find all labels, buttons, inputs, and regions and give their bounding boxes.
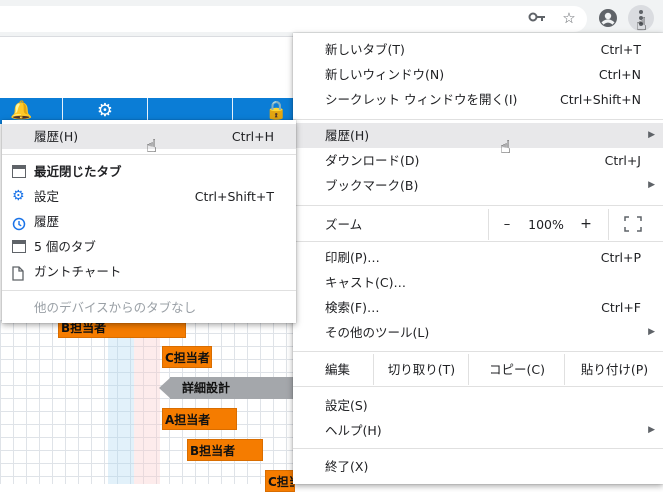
submenu-item-gantt-chart[interactable]: ガントチャート bbox=[2, 259, 296, 284]
menu-item-cast[interactable]: キャスト(C)… bbox=[293, 270, 663, 295]
menu-item-new-window[interactable]: 新しいウィンドウ(N) Ctrl+N bbox=[293, 62, 663, 87]
gantt-task-bar[interactable]: C担当者 bbox=[265, 470, 295, 492]
window-icon bbox=[12, 165, 26, 178]
menu-item-print[interactable]: 印刷(P)… Ctrl+P bbox=[293, 245, 663, 270]
zoom-out-button[interactable]: – bbox=[497, 209, 517, 240]
submenu-item-no-other-devices: 他のデバイスからのタブなし bbox=[34, 300, 197, 315]
menu-item-history[interactable]: 履歴(H) ▶ bbox=[293, 123, 663, 148]
menu-item-exit[interactable]: 終了(X) bbox=[293, 454, 663, 479]
submenu-item-recently-closed: 最近閉じたタブ bbox=[2, 159, 296, 184]
chevron-right-icon: ▶ bbox=[648, 180, 655, 190]
fullscreen-icon[interactable] bbox=[624, 216, 642, 232]
zoom-level: 100% bbox=[528, 217, 564, 232]
menu-item-settings[interactable]: 設定(S) bbox=[293, 393, 663, 418]
menu-item-help[interactable]: ヘルプ(H) ▶ bbox=[293, 418, 663, 443]
bell-icon[interactable]: 🔔 bbox=[10, 100, 32, 122]
history-submenu: 履歴(H) Ctrl+H ☝ 最近閉じたタブ ⚙ 設定 Ctrl+Shift+T… bbox=[2, 120, 296, 323]
submenu-item-settings[interactable]: ⚙ 設定 Ctrl+Shift+T bbox=[2, 184, 296, 209]
cut-button[interactable]: 切り取り(T) bbox=[373, 354, 469, 385]
document-icon bbox=[12, 264, 26, 281]
gear-icon[interactable]: ⚙ bbox=[94, 100, 116, 122]
hand-cursor-icon: ☝ bbox=[636, 14, 647, 35]
chevron-right-icon: ▶ bbox=[648, 327, 655, 337]
submenu-item-five-tabs[interactable]: 5 個のタブ bbox=[2, 234, 296, 259]
chevron-right-icon: ▶ bbox=[648, 425, 655, 435]
menu-item-find[interactable]: 検索(F)… Ctrl+F bbox=[293, 295, 663, 320]
paste-button[interactable]: 貼り付け(P) bbox=[564, 354, 663, 385]
gantt-task-bar[interactable]: B担当者 bbox=[187, 439, 263, 461]
menu-item-downloads[interactable]: ダウンロード(D) Ctrl+J bbox=[293, 148, 663, 173]
chevron-right-icon: ▶ bbox=[648, 130, 655, 140]
lock-icon[interactable]: 🔒 bbox=[265, 100, 287, 122]
gear-icon: ⚙ bbox=[12, 188, 25, 204]
gantt-task-bar[interactable]: C担当者 bbox=[162, 346, 212, 368]
window-icon bbox=[12, 240, 26, 253]
menu-item-new-tab[interactable]: 新しいタブ(T) Ctrl+T bbox=[293, 37, 663, 62]
gantt-phase-bar[interactable]: 詳細設計 bbox=[170, 377, 295, 399]
copy-button[interactable]: コピー(C) bbox=[468, 354, 565, 385]
history-clock-icon bbox=[12, 214, 26, 231]
chrome-main-menu: 新しいタブ(T) Ctrl+T 新しいウィンドウ(N) Ctrl+N シークレッ… bbox=[293, 33, 663, 484]
account-circle-icon[interactable] bbox=[598, 8, 618, 28]
star-icon[interactable]: ☆ bbox=[559, 8, 579, 28]
key-icon[interactable] bbox=[527, 8, 547, 28]
gantt-task-bar[interactable]: A担当者 bbox=[162, 408, 237, 430]
menu-item-more-tools[interactable]: その他のツール(L) ▶ bbox=[293, 320, 663, 345]
menu-item-bookmarks[interactable]: ブックマーク(B) ▶ bbox=[293, 173, 663, 198]
submenu-item-history-entry[interactable]: 履歴 bbox=[2, 209, 296, 234]
address-bar[interactable] bbox=[0, 6, 587, 32]
zoom-in-button[interactable]: + bbox=[576, 209, 596, 240]
menu-item-incognito[interactable]: シークレット ウィンドウを開く(I) Ctrl+Shift+N bbox=[293, 87, 663, 112]
